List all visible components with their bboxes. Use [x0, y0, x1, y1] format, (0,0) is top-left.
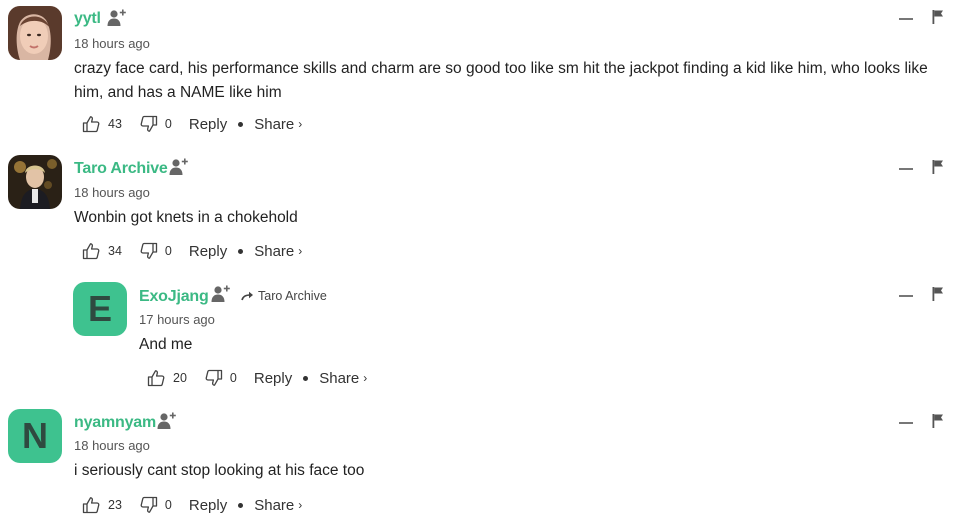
share-button[interactable]: Share — [254, 497, 294, 514]
thumbs-down-icon[interactable] — [205, 369, 223, 387]
thumbs-up-icon[interactable] — [147, 369, 165, 387]
thumbs-down-icon[interactable] — [140, 115, 158, 133]
comment-actions: 34 0 Reply Share › — [82, 242, 302, 260]
avatar-photo — [8, 6, 62, 60]
comment-text: And me — [139, 336, 193, 353]
flag-icon[interactable] — [932, 10, 944, 24]
minimize-icon[interactable] — [899, 422, 913, 424]
like-count: 23 — [108, 498, 122, 512]
comment-text: i seriously cant stop looking at his fac… — [74, 462, 365, 479]
comment-username[interactable]: Taro Archive — [74, 160, 168, 178]
chevron-right-icon: › — [363, 371, 368, 385]
separator-dot — [303, 375, 309, 381]
comment-actions: 23 0 Reply Share › — [82, 496, 302, 514]
reply-button[interactable]: Reply — [189, 497, 227, 514]
dislike-count: 0 — [164, 498, 172, 512]
chevron-right-icon: › — [298, 244, 303, 258]
comment-text: crazy face card, his performance skills … — [74, 60, 928, 101]
comment-timestamp: 18 hours ago — [74, 438, 150, 453]
like-count: 20 — [173, 371, 187, 385]
follow-user-icon[interactable] — [211, 285, 231, 303]
reply-button[interactable]: Reply — [189, 116, 227, 133]
thumbs-down-icon[interactable] — [140, 242, 158, 260]
comment-timestamp: 18 hours ago — [74, 185, 150, 200]
comment-text: Wonbin got knets in a chokehold — [74, 209, 298, 226]
share-button[interactable]: Share — [254, 116, 294, 133]
like-count: 43 — [108, 117, 122, 131]
chevron-right-icon: › — [298, 498, 303, 512]
thumbs-up-icon[interactable] — [82, 242, 100, 260]
thumbs-down-icon[interactable] — [140, 496, 158, 514]
comment-actions: 20 0 Reply Share › — [147, 369, 367, 387]
like-count: 34 — [108, 244, 122, 258]
comment-item: yytl 18 hours ago crazy face card, his p… — [0, 0, 960, 140]
comment-item: N nyamnyam 18 hours ago i seriously cant… — [0, 403, 960, 525]
dislike-count: 0 — [164, 244, 172, 258]
thumbs-up-icon[interactable] — [82, 496, 100, 514]
comment-username[interactable]: ExoJjang — [139, 288, 209, 306]
comment-timestamp: 17 hours ago — [139, 312, 215, 327]
comment-timestamp: 18 hours ago — [74, 36, 150, 51]
separator-dot — [238, 502, 244, 508]
comment-actions: 43 0 Reply Share › — [82, 115, 302, 133]
separator-dot — [238, 248, 244, 254]
reply-to-username[interactable]: Taro Archive — [258, 289, 327, 303]
avatar[interactable] — [8, 6, 62, 60]
flag-icon[interactable] — [932, 287, 944, 301]
avatar[interactable] — [8, 155, 62, 209]
separator-dot — [238, 121, 244, 127]
reply-button[interactable]: Reply — [189, 243, 227, 260]
flag-icon[interactable] — [932, 160, 944, 174]
comment-item: Taro Archive 18 hours ago Wonbin got kne… — [0, 148, 960, 268]
flag-icon[interactable] — [932, 414, 944, 428]
reply-button[interactable]: Reply — [254, 370, 292, 387]
follow-user-icon[interactable] — [157, 412, 177, 430]
reply-comment-item: E ExoJjang Taro Archive 17 hours ago And… — [0, 276, 960, 396]
chevron-right-icon: › — [298, 117, 303, 131]
avatar-photo — [8, 155, 62, 209]
follow-user-icon[interactable] — [169, 158, 189, 176]
avatar[interactable]: E — [73, 282, 127, 336]
thumbs-up-icon[interactable] — [82, 115, 100, 133]
reply-to-label[interactable]: Taro Archive — [241, 289, 327, 303]
minimize-icon[interactable] — [899, 168, 913, 170]
avatar[interactable]: N — [8, 409, 62, 463]
comment-username[interactable]: nyamnyam — [74, 414, 156, 432]
minimize-icon[interactable] — [899, 295, 913, 297]
comment-username[interactable]: yytl — [74, 10, 101, 28]
follow-user-icon[interactable] — [107, 9, 127, 27]
reply-arrow-icon — [241, 291, 253, 300]
dislike-count: 0 — [164, 117, 172, 131]
minimize-icon[interactable] — [899, 18, 913, 20]
share-button[interactable]: Share — [254, 243, 294, 260]
dislike-count: 0 — [229, 371, 237, 385]
share-button[interactable]: Share — [319, 370, 359, 387]
